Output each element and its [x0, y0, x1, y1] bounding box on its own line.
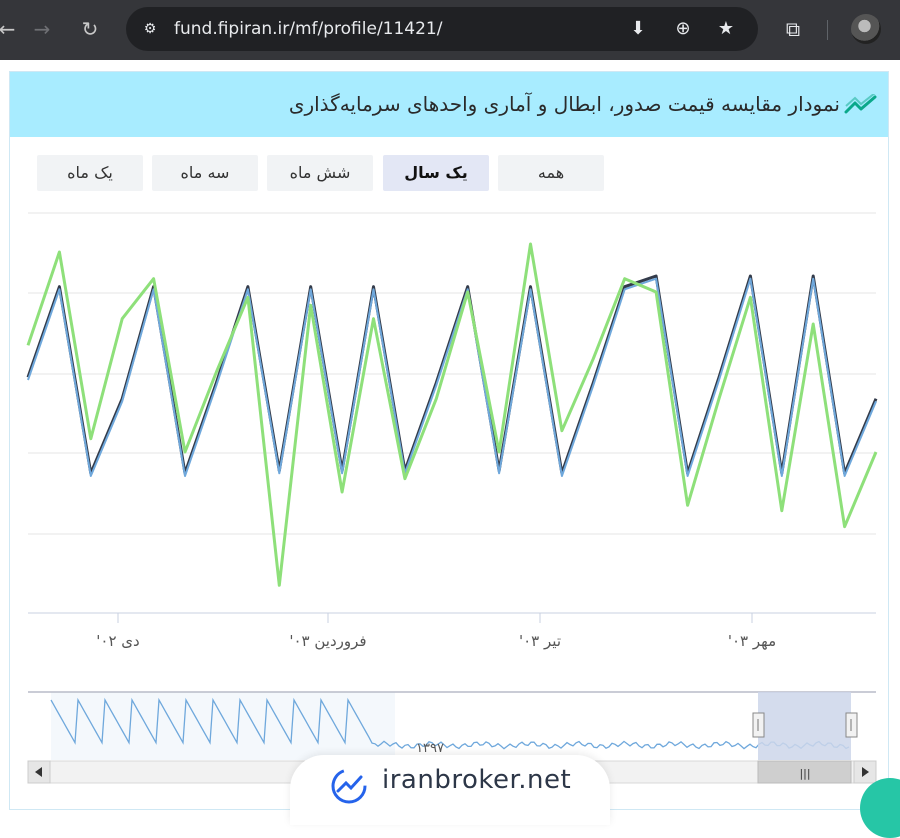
- fund-chart-card: نمودار مقایسه قیمت صدور، ابطال و آماری و…: [9, 71, 889, 810]
- browser-toolbar: ← → ↻ ⚙ fund.fipiran.ir/mf/profile/11421…: [0, 0, 900, 60]
- x-tick-label: مهر ۰۳': [728, 632, 776, 650]
- forward-icon[interactable]: →: [27, 14, 57, 44]
- toolbar-divider: [827, 20, 828, 40]
- watermark-text: iranbroker.net: [382, 765, 572, 795]
- scrollbar-thumb-grip: |||: [799, 767, 810, 780]
- install-app-icon[interactable]: ⬇: [626, 17, 650, 41]
- bookmark-star-icon[interactable]: ★: [714, 17, 738, 41]
- x-tick-label: فروردین ۰۳': [289, 632, 366, 650]
- chart-grid: [28, 212, 876, 614]
- price-chart[interactable]: دی ۰۲' فروردین ۰۳' تیر ۰۳' مهر ۰۳' ۱۳۹۷ |||: [10, 72, 888, 809]
- extensions-icon[interactable]: ⧉: [780, 16, 806, 42]
- brand-logo-icon: [331, 768, 367, 804]
- zoom-icon[interactable]: ⊕: [671, 17, 695, 41]
- navigator-year-label: ۱۳۹۷: [416, 741, 444, 756]
- back-icon[interactable]: ←: [0, 14, 22, 44]
- watermark: iranbroker.net: [290, 755, 610, 825]
- reload-icon[interactable]: ↻: [75, 14, 105, 44]
- series-line-2[interactable]: [27, 277, 877, 477]
- address-bar[interactable]: ⚙ fund.fipiran.ir/mf/profile/11421/ ⬇ ⊕ …: [126, 7, 758, 51]
- site-info-icon[interactable]: ⚙: [138, 17, 162, 41]
- x-tick-label: تیر ۰۳': [519, 632, 561, 650]
- x-axis: دی ۰۲' فروردین ۰۳' تیر ۰۳' مهر ۰۳': [96, 613, 776, 650]
- x-tick-label: دی ۰۲': [96, 632, 139, 650]
- url-text[interactable]: fund.fipiran.ir/mf/profile/11421/: [174, 7, 442, 51]
- navigator-selection[interactable]: [758, 692, 851, 760]
- profile-avatar[interactable]: [851, 14, 881, 44]
